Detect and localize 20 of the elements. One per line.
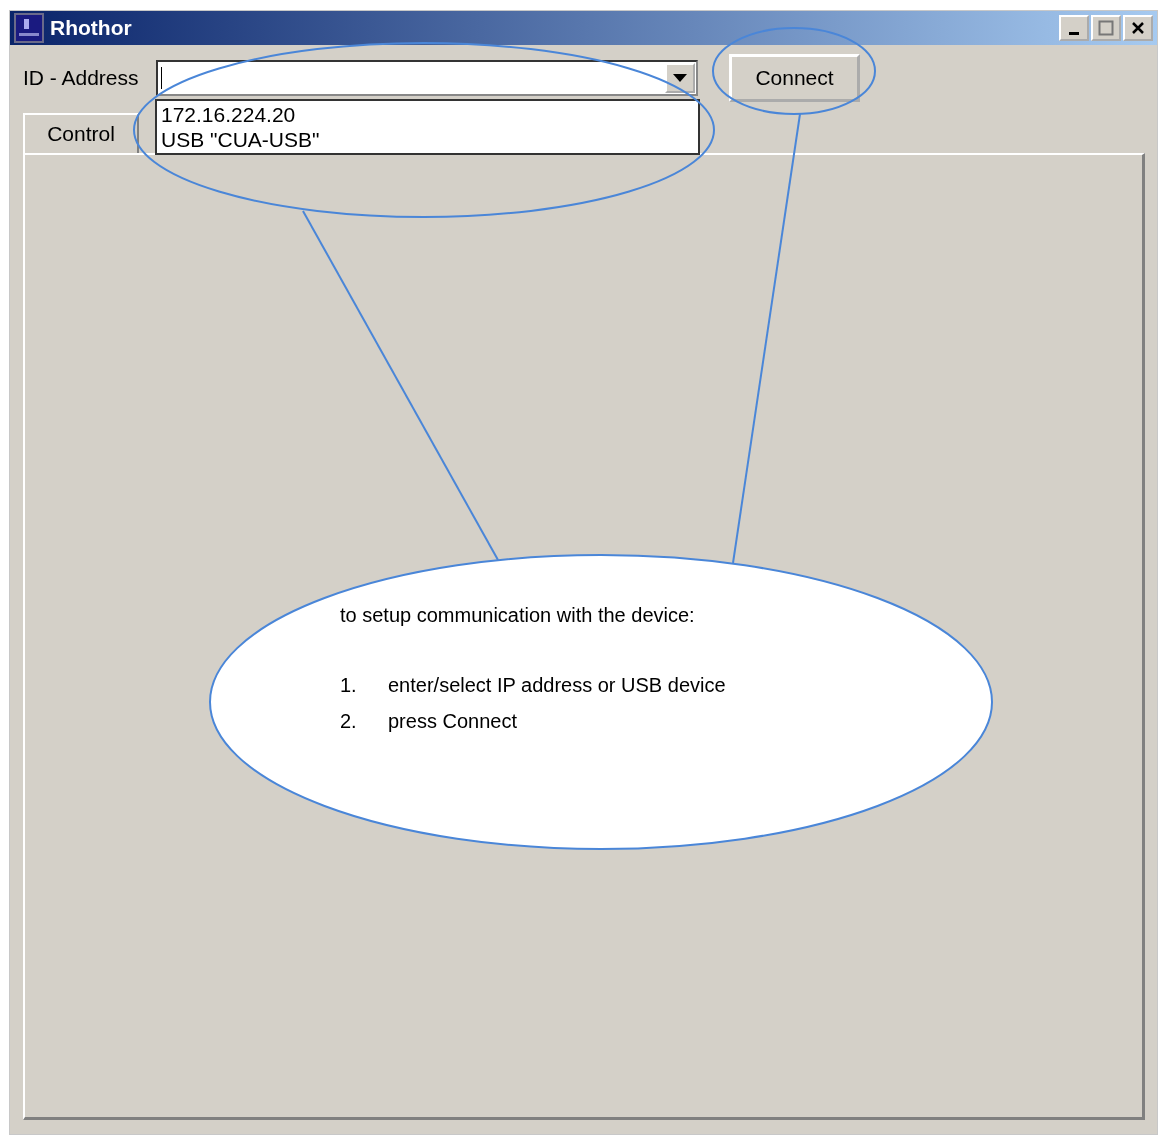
tab[interactable]: Control (23, 113, 139, 153)
minimize-button[interactable] (1059, 15, 1089, 41)
step-number: 2. (340, 710, 358, 733)
close-icon (1131, 21, 1145, 35)
maximize-button[interactable] (1091, 15, 1121, 41)
dropdown-option[interactable]: 172.16.224.20 (161, 102, 694, 127)
caret-icon (673, 74, 687, 82)
maximize-icon (1098, 20, 1114, 36)
callout-heading: to setup communication with the device: (340, 604, 696, 627)
step-number: 1. (340, 674, 358, 697)
dropdown-option[interactable]: USB "CUA-USB" (161, 127, 694, 152)
step-text: press Connect (388, 710, 517, 733)
dropdown-button[interactable] (665, 63, 695, 93)
address-label: ID - Address (23, 66, 140, 90)
connect-button[interactable]: Connect (729, 54, 860, 102)
app-icon (14, 13, 44, 43)
minimize-icon (1069, 31, 1079, 35)
step-text: enter/select IP address or USB device (388, 674, 726, 697)
close-button[interactable] (1123, 15, 1153, 41)
window-title: Rhothor (50, 16, 133, 40)
